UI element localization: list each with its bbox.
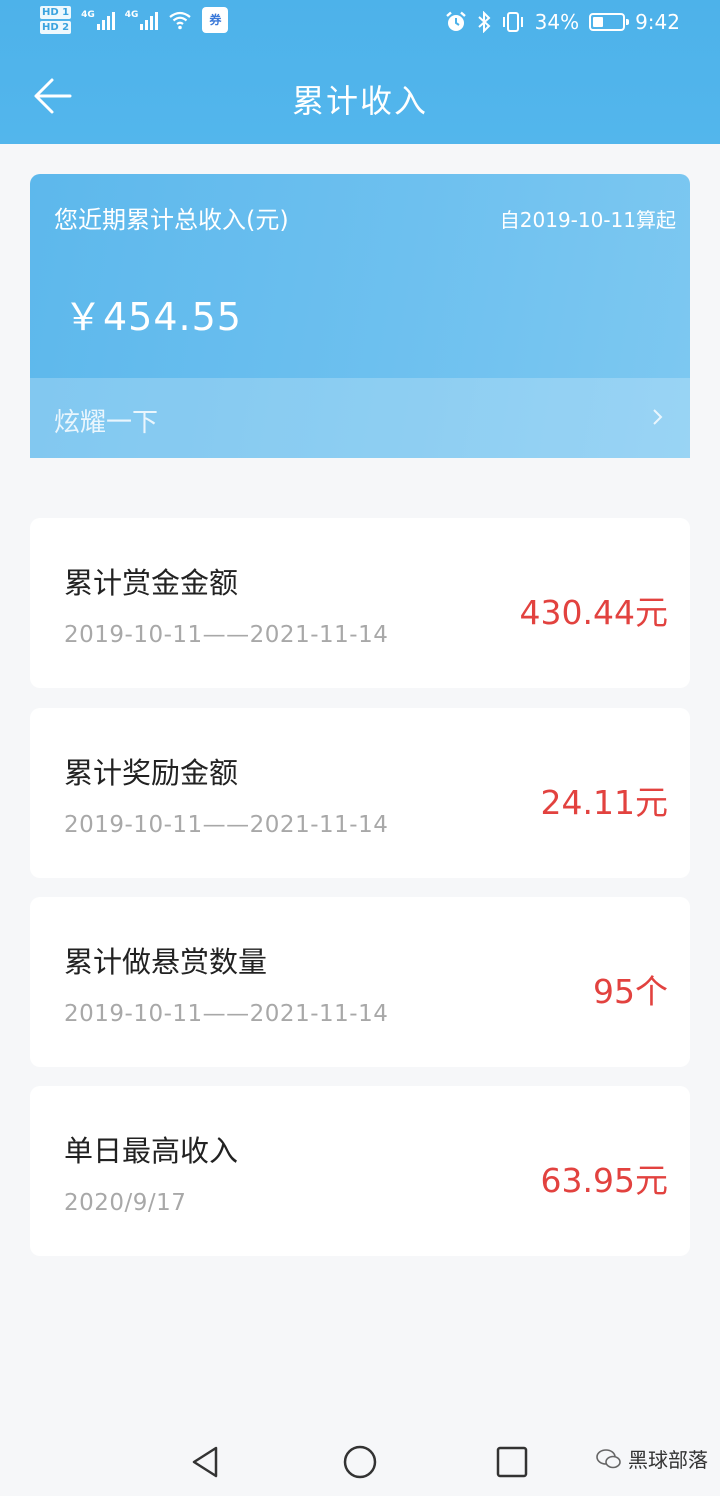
wifi-icon [169, 11, 192, 30]
show-off-row[interactable]: 炫耀一下 [30, 378, 690, 458]
summary-since-date: 自2019-10-11算起 [499, 208, 676, 232]
wechat-icon [596, 1448, 621, 1468]
circle-home-icon[interactable] [340, 1442, 380, 1482]
hd-badges: HD 1 HD 2 [40, 6, 72, 34]
signal-1-icon [96, 10, 115, 30]
stat-card-daily-max: 单日最高收入 2020/9/17 63.95元 [30, 1086, 690, 1256]
stat-title: 累计奖励金额 [64, 756, 239, 790]
stat-card-bounty-total: 累计赏金金额 2019-10-11——2021-11-14 430.44元 [30, 518, 690, 688]
status-left: HD 1 HD 2 4G 4G 券 [40, 6, 229, 34]
alarm-icon [445, 11, 466, 31]
signal-2: 4G [125, 10, 159, 30]
vibrate-icon [502, 12, 523, 32]
stat-title: 单日最高收入 [64, 1134, 239, 1168]
stat-date-range: 2019-10-11——2021-11-14 [64, 812, 389, 838]
stat-value: 24.11元 [540, 783, 668, 822]
status-bar: HD 1 HD 2 4G 4G 券 34% 9:42 [0, 0, 720, 50]
status-right: 34% 9:42 [445, 10, 680, 34]
signal-2-icon [140, 10, 159, 30]
summary-label: 您近期累计总收入(元) [54, 206, 289, 234]
watermark-text: 黑球部落 [628, 1448, 708, 1472]
signal-2-label: 4G [124, 10, 139, 20]
battery-level [593, 17, 603, 27]
app-header: HD 1 HD 2 4G 4G 券 34% 9:42 累计收入 [0, 0, 720, 144]
chevron-right-icon [653, 409, 663, 425]
stat-card-bounty-count: 累计做悬赏数量 2019-10-11——2021-11-14 95个 [30, 897, 690, 1067]
hd2-badge: HD 2 [40, 21, 72, 34]
stat-date-range: 2019-10-11——2021-11-14 [64, 1001, 389, 1027]
stat-value: 430.44元 [519, 593, 668, 632]
page-title: 累计收入 [291, 82, 428, 120]
signal-1: 4G [81, 10, 115, 30]
summary-card: 您近期累计总收入(元) 自2019-10-11算起 ￥454.55 炫耀一下 [30, 174, 690, 458]
show-off-label: 炫耀一下 [54, 408, 159, 438]
status-time: 9:42 [635, 10, 680, 34]
hd1-badge: HD 1 [40, 6, 72, 19]
app-notification-icon: 券 [202, 7, 229, 33]
summary-amount: ￥454.55 [64, 295, 242, 339]
bluetooth-icon [477, 11, 491, 33]
square-recent-icon[interactable] [492, 1442, 532, 1482]
stat-value: 63.95元 [540, 1161, 668, 1200]
battery-icon [589, 13, 630, 31]
stat-card-reward-total: 累计奖励金额 2019-10-11——2021-11-14 24.11元 [30, 708, 690, 878]
stat-title: 累计做悬赏数量 [64, 945, 268, 979]
stat-title: 累计赏金金额 [64, 566, 239, 600]
stat-date: 2020/9/17 [64, 1190, 187, 1216]
watermark: 黑球部落 [596, 1444, 708, 1473]
summary-top: 您近期累计总收入(元) 自2019-10-11算起 ￥454.55 [30, 174, 690, 378]
signal-1-label: 4G [81, 10, 95, 20]
battery-percent: 34% [534, 10, 580, 34]
stat-date-range: 2019-10-11——2021-11-14 [64, 622, 389, 648]
triangle-back-icon[interactable] [186, 1442, 226, 1482]
stat-value: 95个 [593, 972, 668, 1011]
